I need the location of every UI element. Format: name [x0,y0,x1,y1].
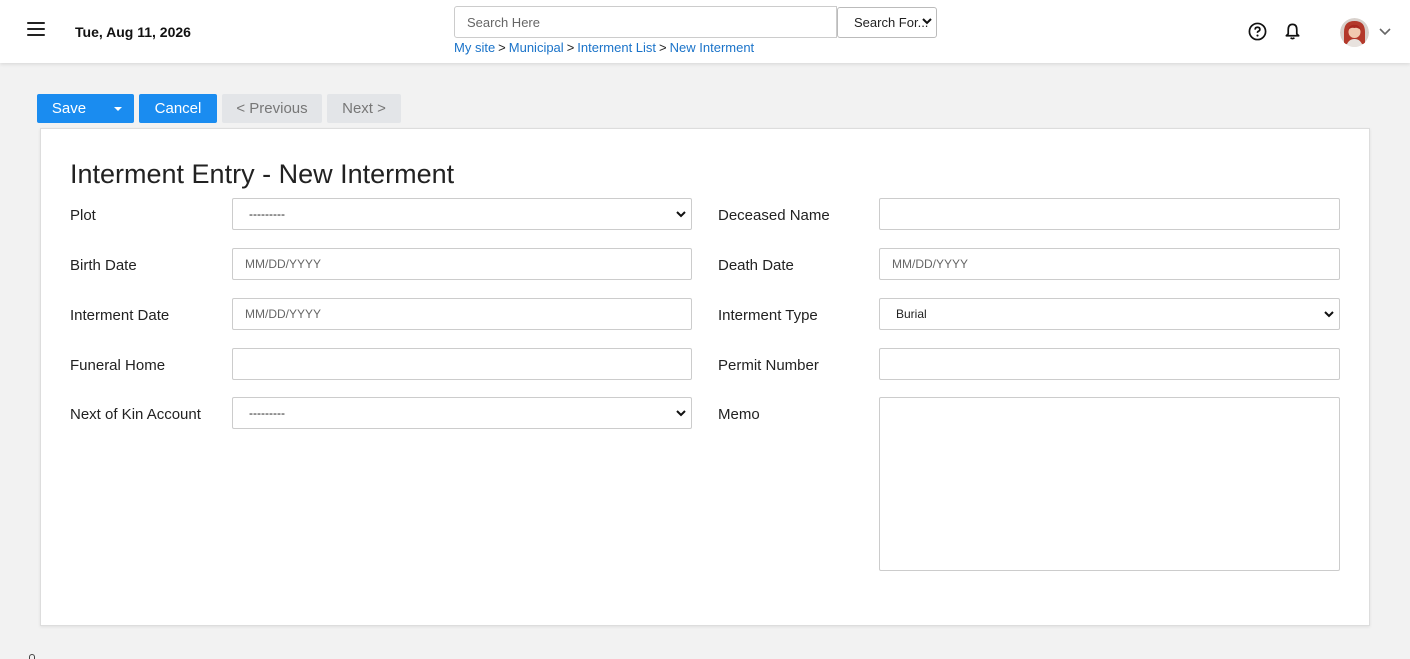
next-of-kin-label: Next of Kin Account [70,406,201,423]
chevron-down-icon [922,18,932,25]
bell-icon[interactable] [1283,22,1302,41]
breadcrumb-my-site[interactable]: My site [454,40,495,55]
funeral-home-input[interactable] [232,348,692,380]
cancel-button[interactable]: Cancel [139,94,217,123]
permit-number-input[interactable] [879,348,1340,380]
next-of-kin-select[interactable]: --------- [232,397,692,429]
interment-date-input[interactable] [232,298,692,330]
search-for-select[interactable]: Search For... [837,7,937,38]
next-button[interactable]: Next > [327,94,401,123]
chevron-down-icon [676,211,686,218]
deceased-name-input[interactable] [879,198,1340,230]
breadcrumb: My site > Municipal > Interment List > New Int… [454,40,754,55]
breadcrumb-municipal[interactable]: Municipal [509,40,564,55]
breadcrumb-separator: > [659,40,667,55]
footer-partial-icon [29,654,35,659]
save-button[interactable]: Save [37,94,101,123]
avatar[interactable] [1340,18,1369,47]
previous-button[interactable]: < Previous [222,94,322,123]
birth-date-input[interactable] [232,248,692,280]
caret-down-icon [113,106,122,111]
page-title: Interment Entry - New Interment [70,159,455,189]
menu-icon[interactable] [27,22,45,40]
interment-date-label: Interment Date [70,307,170,324]
interment-type-select[interactable]: Burial [879,298,1340,330]
chevron-down-icon[interactable] [1378,26,1392,38]
avatar-image [1340,18,1369,47]
plot-select[interactable]: --------- [232,198,692,230]
breadcrumb-separator: > [566,40,575,55]
interment-type-value: Burial [896,307,927,321]
chevron-down-icon [676,410,686,417]
memo-label: Memo [718,406,760,423]
breadcrumb-new-interment[interactable]: New Interment [670,40,755,55]
plot-select-value: --------- [249,207,285,221]
memo-textarea[interactable] [879,397,1340,571]
save-options-button[interactable] [101,94,134,123]
permit-number-label: Permit Number [718,357,819,374]
chevron-down-icon [1324,311,1334,318]
plot-label: Plot [70,207,96,224]
birth-date-label: Birth Date [70,257,137,274]
death-date-label: Death Date [718,257,794,274]
funeral-home-label: Funeral Home [70,357,166,374]
breadcrumb-interment-list[interactable]: Interment List [577,40,656,55]
search-input[interactable] [454,6,837,38]
death-date-input[interactable] [879,248,1340,280]
current-date: Tue, Aug 11, 2026 [75,24,191,40]
top-bar: Tue, Aug 11, 2026 Search For... My site>… [0,0,1410,63]
search-for-label: Search For... [854,15,929,30]
help-icon[interactable] [1248,22,1267,41]
interment-form-card: Interment Entry - New Interment Plot ---… [40,128,1370,626]
next-of-kin-value: --------- [249,406,285,420]
breadcrumb-separator: > [498,40,506,55]
deceased-name-label: Deceased Name [718,207,830,224]
interment-type-label: Interment Type [718,307,818,324]
